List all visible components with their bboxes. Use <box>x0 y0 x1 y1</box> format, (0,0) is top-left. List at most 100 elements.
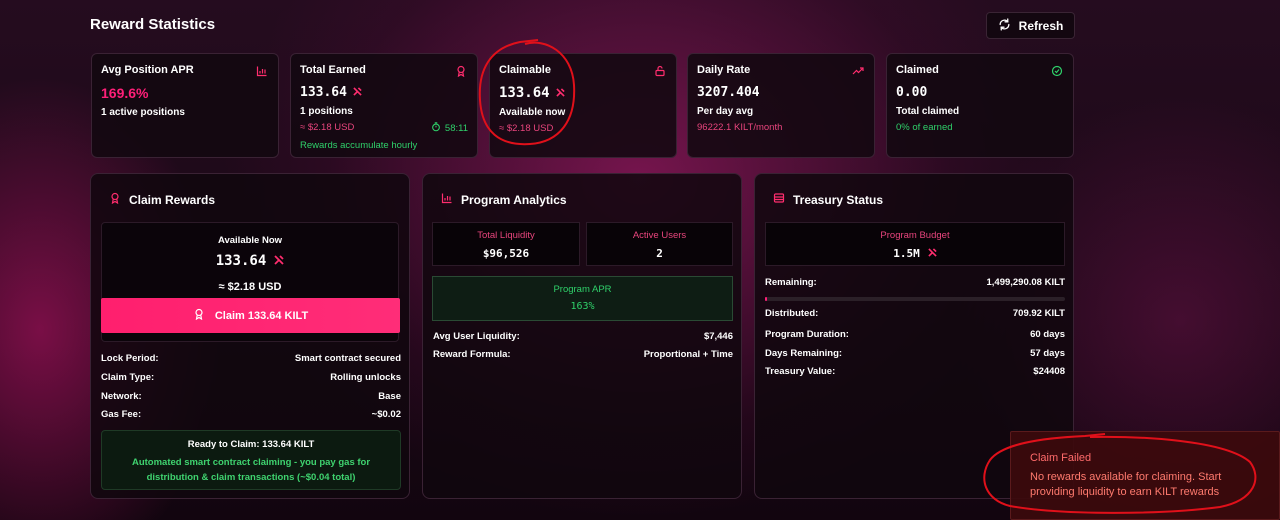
detail-key: Network: <box>101 391 142 402</box>
row-key: Distributed: <box>765 308 819 319</box>
error-toast[interactable]: Claim Failed No rewards available for cl… <box>1010 431 1280 520</box>
trending-up-icon <box>852 64 864 82</box>
panel-title: Treasury Status <box>793 192 884 207</box>
refresh-button[interactable]: Refresh <box>986 12 1075 39</box>
row-value: 709.92 KILT <box>1012 308 1065 319</box>
detail-row: Network: Base <box>101 391 401 402</box>
panel-title: Program Analytics <box>461 192 567 207</box>
bar-chart-icon <box>256 64 268 82</box>
stat-label: Avg Position APR <box>101 64 194 76</box>
row-value: $24408 <box>1033 366 1065 377</box>
stat-subtext: 1 active positions <box>101 107 185 118</box>
detail-row: Lock Period: Smart contract secured <box>101 353 401 364</box>
refresh-label: Refresh <box>1018 18 1064 33</box>
award-icon <box>193 308 205 323</box>
budget-progress-bar <box>765 297 1065 301</box>
stat-label: Daily Rate <box>697 64 751 76</box>
toast-message-2: providing liquidity to earn KILT rewards <box>1030 486 1220 498</box>
stat-label: Total Earned <box>300 64 366 76</box>
stat-card-daily-rate: Daily Rate 3207.404 Per day avg 96222.1 … <box>687 53 875 158</box>
bar-chart-icon <box>441 192 453 207</box>
row-value: 1,499,290.08 KILT <box>986 277 1065 288</box>
panel-title: Claim Rewards <box>129 192 216 207</box>
row-value: $7,446 <box>703 331 733 342</box>
kilt-token-icon <box>274 253 284 269</box>
refresh-icon <box>998 17 1011 34</box>
stat-card-apr: Avg Position APR 169.6% 1 active positio… <box>91 53 279 158</box>
row-key: Program Duration: <box>765 329 849 340</box>
row-key: Treasury Value: <box>765 366 836 377</box>
ready-title: Ready to Claim: 133.64 KILT <box>187 439 315 450</box>
detail-value: ~$0.02 <box>371 409 401 420</box>
program-analytics-panel: Program Analytics Total Liquidity $96,52… <box>422 173 742 499</box>
detail-key: Lock Period: <box>101 353 159 364</box>
analytics-row: Avg User Liquidity: $7,446 <box>433 331 733 342</box>
stat-subtext: Total claimed <box>896 106 960 117</box>
stat-value: 0.00 <box>896 85 928 100</box>
award-icon <box>455 64 467 82</box>
ready-text-2: distribution & claim transactions (~$0.0… <box>146 472 356 483</box>
ready-to-claim-box: Ready to Claim: 133.64 KILT Automated sm… <box>101 430 401 490</box>
stat-card-total-earned: Total Earned 133.64 1 positions ≈ $2.18 … <box>290 53 478 158</box>
metric-label: Total Liquidity <box>477 230 535 241</box>
unlock-icon <box>654 64 666 82</box>
program-apr-box: Program APR 163% <box>432 276 733 321</box>
metric-label: Program Budget <box>880 230 950 241</box>
metric-value: 2 <box>656 247 663 260</box>
stat-usd-value: ≈ $2.18 USD <box>499 123 554 134</box>
treasury-row: Distributed: 709.92 KILT <box>765 308 1065 319</box>
available-usd: ≈ $2.18 USD <box>218 281 282 293</box>
row-key: Avg User Liquidity: <box>433 331 520 342</box>
row-value: Proportional + Time <box>643 349 733 360</box>
metric-value: 163% <box>570 301 595 312</box>
program-budget-box: Program Budget 1.5M <box>765 222 1065 266</box>
page-title: Reward Statistics <box>90 16 216 33</box>
stat-percent: 0% of earned <box>896 122 953 133</box>
row-key: Remaining: <box>765 277 817 288</box>
row-key: Days Remaining: <box>765 348 843 359</box>
detail-value: Smart contract secured <box>294 353 401 364</box>
database-icon <box>773 192 785 207</box>
stat-label: Claimed <box>896 64 939 76</box>
claim-button[interactable]: Claim 133.64 KILT <box>101 298 400 333</box>
timer-icon <box>431 122 441 135</box>
stat-value: 133.64 <box>499 85 550 101</box>
ready-text-1: Automated smart contract claiming - you … <box>131 457 371 468</box>
stat-monthly-value: 96222.1 KILT/month <box>697 122 783 133</box>
claim-rewards-panel: Claim Rewards Available Now 133.64 ≈ $2.… <box>90 173 410 499</box>
stat-note: Rewards accumulate hourly <box>300 140 418 151</box>
available-amount: 133.64 <box>215 253 267 269</box>
detail-value: Base <box>378 391 401 402</box>
stat-subtext: Available now <box>499 107 566 118</box>
metric-label: Program APR <box>553 284 612 295</box>
toast-message-1: No rewards available for claiming. Start <box>1030 471 1222 483</box>
metric-label: Active Users <box>632 230 687 241</box>
countdown-timer: 58:11 <box>431 122 468 135</box>
detail-key: Claim Type: <box>101 372 155 383</box>
analytics-row: Reward Formula: Proportional + Time <box>433 349 733 360</box>
treasury-row: Days Remaining: 57 days <box>765 348 1065 359</box>
stat-value: 133.64 <box>300 85 347 100</box>
stat-subtext: Per day avg <box>697 106 754 117</box>
toast-title: Claim Failed <box>1030 452 1092 464</box>
detail-key: Gas Fee: <box>101 409 142 420</box>
stat-card-claimed: Claimed 0.00 Total claimed 0% of earned <box>886 53 1074 158</box>
kilt-token-icon <box>555 85 565 101</box>
row-key: Reward Formula: <box>433 349 511 360</box>
kilt-token-icon <box>353 85 362 100</box>
row-value: 57 days <box>1030 348 1065 359</box>
award-icon <box>109 192 121 207</box>
remaining-row: Remaining: 1,499,290.08 KILT <box>765 277 1065 288</box>
metric-value: $96,526 <box>482 247 530 260</box>
timer-value: 58:11 <box>444 123 468 134</box>
detail-row: Claim Type: Rolling unlocks <box>101 372 401 383</box>
treasury-row: Treasury Value: $24408 <box>765 366 1065 377</box>
stat-label: Claimable <box>499 64 551 76</box>
metric-value: 1.5M <box>893 247 920 260</box>
stat-value: 3207.404 <box>697 85 760 100</box>
total-liquidity-box: Total Liquidity $96,526 <box>432 222 580 266</box>
detail-value: Rolling unlocks <box>330 372 401 383</box>
treasury-row: Program Duration: 60 days <box>765 329 1065 340</box>
active-users-box: Active Users 2 <box>586 222 733 266</box>
stat-subtext: 1 positions <box>300 106 353 117</box>
